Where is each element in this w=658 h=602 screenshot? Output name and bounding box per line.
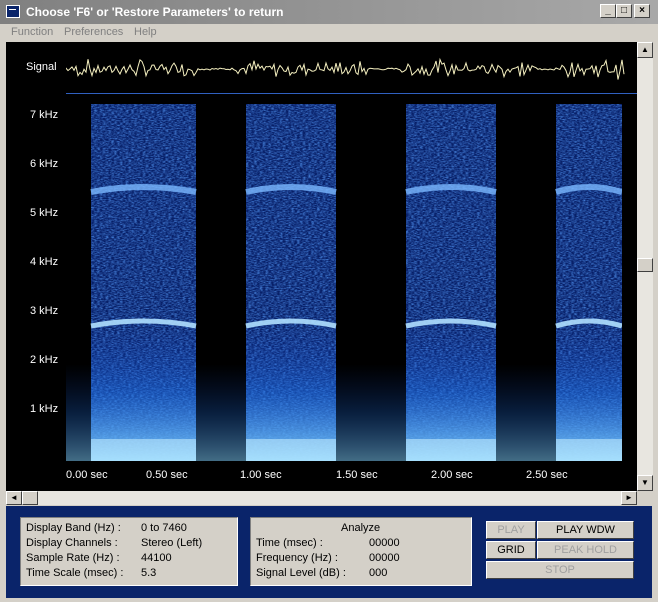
vertical-scrollbar[interactable]: ▲ ▼: [637, 42, 653, 491]
time-scale-value: 5.3: [141, 567, 157, 579]
freq-tick: 1 kHz: [30, 403, 59, 415]
display-channels-label: Display Channels :: [26, 537, 118, 549]
signal-waveform: [66, 57, 625, 80]
grid-button[interactable]: GRID: [486, 541, 536, 559]
scroll-right-button[interactable]: ►: [621, 491, 637, 505]
time-tick: 1.00 sec: [240, 469, 282, 481]
spectrogram-image: [66, 104, 622, 461]
horizontal-scroll-thumb[interactable]: [22, 491, 38, 505]
frequency-value: 00000: [369, 552, 400, 564]
time-tick: 2.50 sec: [526, 469, 568, 481]
peak-hold-button[interactable]: PEAK HOLD: [537, 541, 634, 559]
display-band-value: 0 to 7460: [141, 522, 187, 534]
menu-bar: Function Preferences Help: [0, 24, 658, 42]
menu-preferences[interactable]: Preferences: [64, 26, 123, 38]
time-scale-label: Time Scale (msec) :: [26, 567, 124, 579]
play-window-button[interactable]: PLAY WDW: [537, 521, 634, 539]
signal-level-label: Signal Level (dB) :: [256, 567, 346, 579]
time-tick: 1.50 sec: [336, 469, 378, 481]
call-segment-base: [406, 439, 496, 461]
freq-tick: 2 kHz: [30, 354, 59, 366]
vertical-scroll-thumb[interactable]: [637, 258, 653, 272]
freq-tick: 3 kHz: [30, 305, 59, 317]
analyze-box: Analyze Time (msec) : 00000 Frequency (H…: [250, 517, 472, 586]
time-label: Time (msec) :: [256, 537, 323, 549]
freq-tick: 6 kHz: [30, 158, 59, 170]
signal-level-value: 000: [369, 567, 388, 579]
sample-rate-label: Sample Rate (Hz) :: [26, 552, 120, 564]
freq-tick: 4 kHz: [30, 256, 59, 268]
minimize-button[interactable]: _: [600, 4, 616, 18]
sample-rate-value: 44100: [141, 552, 172, 564]
maximize-button[interactable]: □: [616, 4, 632, 18]
display-band-label: Display Band (Hz) :: [26, 522, 121, 534]
freq-tick: 7 kHz: [30, 109, 59, 121]
analyze-title: Analyze: [341, 522, 381, 534]
menu-function[interactable]: Function: [11, 26, 53, 38]
call-segment-base: [246, 439, 336, 461]
scroll-down-button[interactable]: ▼: [637, 475, 653, 491]
spectrogram-view[interactable]: Signal 7 kHz 6 kHz 5 kHz 4 kHz 3 kHz 2 k…: [6, 42, 637, 491]
window-title: Choose 'F6' or 'Restore Parameters' to r…: [26, 5, 284, 19]
time-tick: 0.50 sec: [146, 469, 188, 481]
scroll-left-button[interactable]: ◄: [6, 491, 22, 505]
horizontal-scrollbar[interactable]: ◄ ►: [6, 491, 637, 505]
time-value: 00000: [369, 537, 400, 549]
scroll-up-button[interactable]: ▲: [637, 42, 653, 58]
menu-help[interactable]: Help: [134, 26, 157, 38]
freq-tick: 5 kHz: [30, 207, 59, 219]
time-tick: 0.00 sec: [66, 469, 108, 481]
time-tick: 2.00 sec: [431, 469, 473, 481]
app-icon[interactable]: [6, 5, 20, 18]
display-channels-value: Stereo (Left): [141, 537, 203, 549]
signal-label: Signal: [26, 61, 57, 73]
info-box: Display Band (Hz) : 0 to 7460 Display Ch…: [20, 517, 238, 586]
title-bar: Choose 'F6' or 'Restore Parameters' to r…: [0, 0, 658, 24]
stop-button[interactable]: STOP: [486, 561, 634, 579]
call-segment-base: [556, 439, 622, 461]
control-panel: Display Band (Hz) : 0 to 7460 Display Ch…: [6, 506, 652, 598]
frequency-label: Frequency (Hz) :: [256, 552, 338, 564]
call-segment-base: [91, 439, 196, 461]
waveform-trace: [66, 57, 625, 80]
play-button[interactable]: PLAY: [486, 521, 536, 539]
close-button[interactable]: ×: [634, 4, 650, 18]
